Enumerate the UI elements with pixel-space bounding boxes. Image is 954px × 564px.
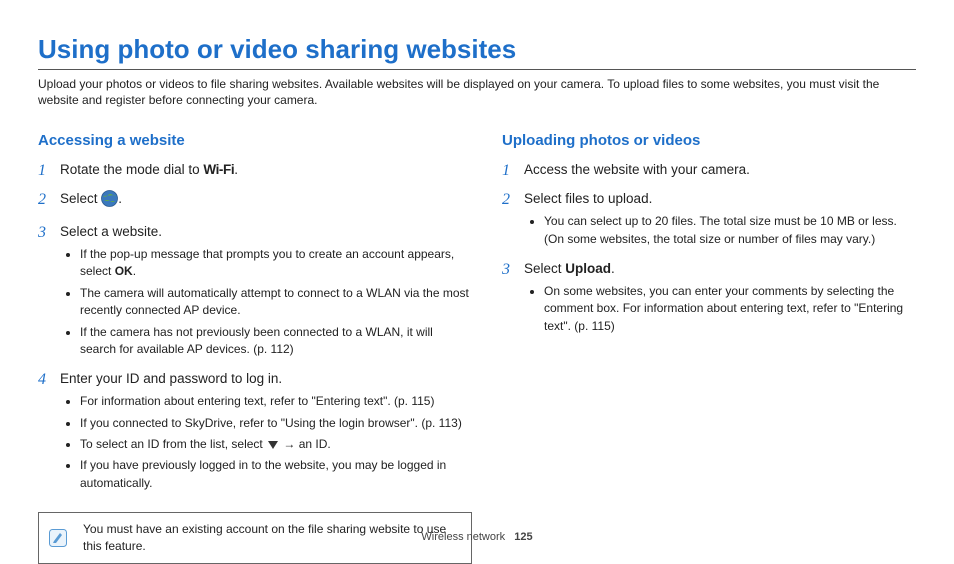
list-item: If the pop-up message that prompts you t… xyxy=(80,246,472,281)
text-part: Select xyxy=(60,191,101,206)
step-2: 2 Select . xyxy=(38,190,472,217)
step-4-text: Enter your ID and password to log in. xyxy=(60,370,472,389)
wifi-icon: Wi-Fi xyxy=(203,162,234,177)
step-3: 3 Select a website. If the pop-up messag… xyxy=(38,223,472,364)
ok-label: OK xyxy=(115,264,133,278)
step-3-sublist: If the pop-up message that prompts you t… xyxy=(60,246,472,358)
text-part: . xyxy=(133,264,136,278)
text-part: To select an ID from the list, select xyxy=(80,437,266,451)
step-number: 3 xyxy=(38,223,60,242)
text-part: → an ID. xyxy=(280,437,331,451)
page-title: Using photo or video sharing websites xyxy=(38,34,916,65)
text-part: . xyxy=(611,261,615,276)
step-3-text: Select Upload. xyxy=(524,260,916,279)
step-number: 3 xyxy=(502,260,524,279)
footer-section: Wireless network xyxy=(421,531,505,543)
list-item: For information about entering text, ref… xyxy=(80,393,472,410)
down-arrow-icon xyxy=(268,441,278,449)
step-1: 1 Rotate the mode dial to Wi-Fi. xyxy=(38,161,472,184)
list-item: If you connected to SkyDrive, refer to "… xyxy=(80,415,472,432)
step-3: 3 Select Upload. On some websites, you c… xyxy=(502,260,916,341)
step-number: 4 xyxy=(38,370,60,389)
left-column: Accessing a website 1 Rotate the mode di… xyxy=(38,132,472,563)
columns: Accessing a website 1 Rotate the mode di… xyxy=(38,132,916,563)
list-item: The camera will automatically attempt to… xyxy=(80,285,472,320)
list-item: If the camera has not previously been co… xyxy=(80,324,472,359)
globe-icon xyxy=(101,190,118,213)
step-1: 1 Access the website with your camera. xyxy=(502,161,916,184)
step-2: 2 Select files to upload. You can select… xyxy=(502,190,916,254)
list-item: To select an ID from the list, select → … xyxy=(80,436,472,453)
text-part: Select xyxy=(524,261,565,276)
footer-page-number: 125 xyxy=(514,531,532,543)
text-part: If the pop-up message that prompts you t… xyxy=(80,247,454,278)
title-rule xyxy=(38,69,916,70)
step-3-text: Select a website. xyxy=(60,223,472,242)
step-number: 2 xyxy=(502,190,524,209)
step-4: 4 Enter your ID and password to log in. … xyxy=(38,370,472,498)
step-number: 1 xyxy=(38,161,60,180)
accessing-a-website-heading: Accessing a website xyxy=(38,132,472,149)
list-item: If you have previously logged in to the … xyxy=(80,457,472,492)
step-2-sublist: You can select up to 20 files. The total… xyxy=(524,213,916,248)
step-3-sublist: On some websites, you can enter your com… xyxy=(524,283,916,335)
step-2-text: Select files to upload. xyxy=(524,190,916,209)
text-part: . xyxy=(118,191,122,206)
uploading-photos-heading: Uploading photos or videos xyxy=(502,132,916,149)
step-2-text: Select . xyxy=(60,190,472,213)
text-part: . xyxy=(234,162,238,177)
page-footer: Wireless network 125 xyxy=(0,531,954,543)
intro-text: Upload your photos or videos to file sha… xyxy=(38,76,916,108)
text-part: Rotate the mode dial to xyxy=(60,162,203,177)
step-1-text: Access the website with your camera. xyxy=(524,161,916,180)
step-1-text: Rotate the mode dial to Wi-Fi. xyxy=(60,161,472,180)
step-number: 2 xyxy=(38,190,60,209)
right-column: Uploading photos or videos 1 Access the … xyxy=(502,132,916,563)
list-item: On some websites, you can enter your com… xyxy=(544,283,916,335)
list-item: You can select up to 20 files. The total… xyxy=(544,213,916,248)
step-4-sublist: For information about entering text, ref… xyxy=(60,393,472,492)
upload-label: Upload xyxy=(565,261,611,276)
step-number: 1 xyxy=(502,161,524,180)
